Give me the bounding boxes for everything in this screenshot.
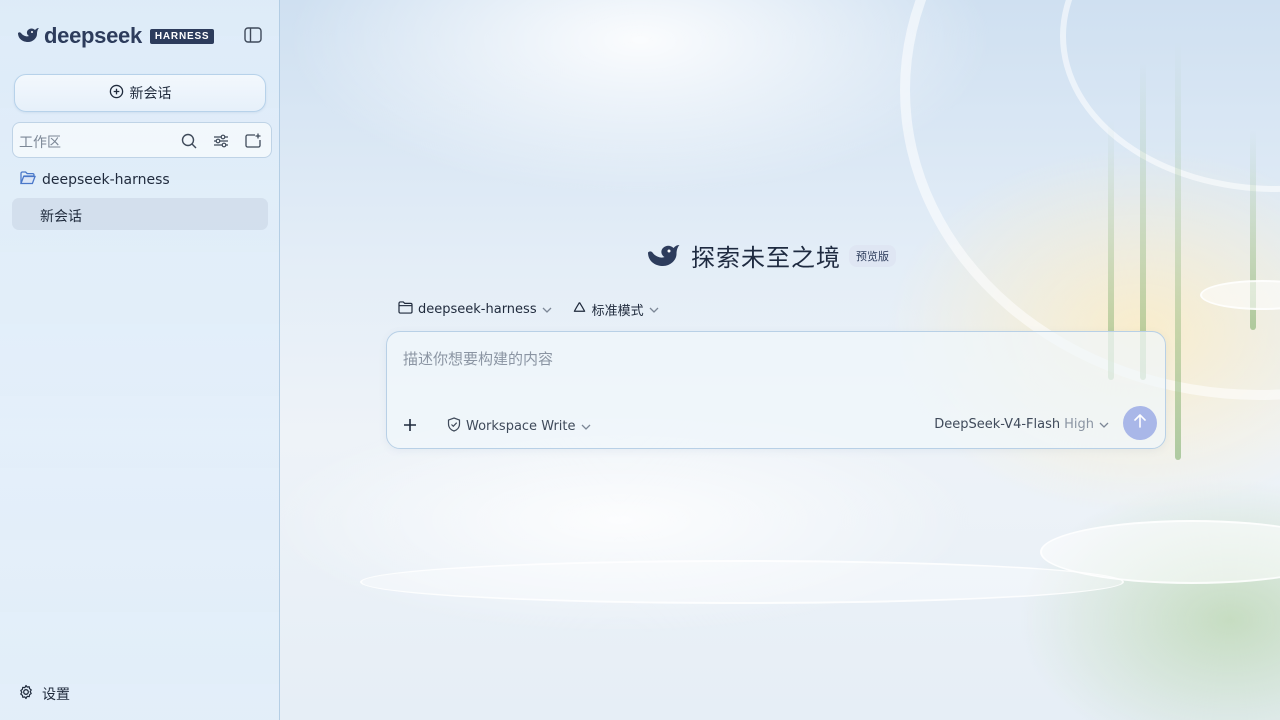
plus-circle-icon: [109, 84, 124, 103]
folder-selector[interactable]: deepseek-harness: [398, 301, 552, 318]
session-label: 新会话: [40, 209, 82, 225]
new-chat-label: 新会话: [129, 86, 172, 102]
workspace-search-input[interactable]: 工作区: [19, 132, 61, 152]
chevron-down-icon: [1099, 417, 1109, 432]
send-button[interactable]: [1123, 406, 1157, 440]
folder-name: deepseek-harness: [418, 302, 537, 317]
new-chat-button[interactable]: 新会话: [14, 74, 266, 112]
plus-icon: [403, 417, 417, 436]
mode-selector[interactable]: 标准模式: [572, 300, 659, 319]
permission-selector[interactable]: Workspace Write: [447, 417, 591, 436]
composer: 描述你想要构建的内容 Workspace Write DeepSeek-V4-F…: [386, 331, 1166, 449]
filter-sliders-icon[interactable]: [212, 132, 230, 150]
sidebar-toggle-icon: [244, 27, 262, 47]
model-selector[interactable]: DeepSeek-V4-Flash High: [934, 417, 1109, 432]
prompt-input[interactable]: 描述你想要构建的内容: [403, 348, 553, 369]
brand-badge: HARNESS: [149, 28, 215, 44]
settings-button[interactable]: 设置: [18, 684, 70, 704]
folder-open-icon: [20, 170, 36, 189]
chevron-down-icon: [581, 419, 591, 434]
attach-button[interactable]: [397, 413, 423, 439]
settings-label: 设置: [42, 687, 70, 703]
folder-icon: [398, 301, 413, 318]
page-title: 探索未至之境: [691, 244, 841, 272]
preview-badge: 预览版: [849, 244, 896, 267]
whale-logo-icon: [645, 239, 681, 273]
sidebar-toggle-button[interactable]: [244, 27, 264, 45]
project-item[interactable]: deepseek-harness: [20, 170, 170, 189]
recycle-mode-icon: [572, 301, 587, 319]
project-name: deepseek-harness: [42, 171, 170, 188]
context-selectors: deepseek-harness 标准模式: [398, 300, 679, 319]
session-item[interactable]: 新会话: [12, 198, 268, 230]
gear-icon: [18, 684, 34, 704]
brand-name: deepseek: [44, 23, 142, 48]
brand-logo[interactable]: deepseek HARNESS: [16, 23, 215, 48]
arrow-up-icon: [1133, 413, 1147, 433]
chevron-down-icon: [542, 302, 552, 317]
workspace-search-bar[interactable]: 工作区: [12, 122, 272, 158]
sidebar: deepseek HARNESS 新会话 工作区 deepseek-harnes…: [0, 0, 280, 720]
search-icon[interactable]: [180, 132, 198, 150]
new-folder-icon[interactable]: [244, 132, 262, 150]
permission-label: Workspace Write: [466, 419, 576, 434]
model-name: DeepSeek-V4-Flash: [934, 417, 1061, 432]
whale-logo-icon: [16, 24, 40, 48]
shield-check-icon: [447, 417, 461, 436]
mode-name: 标准模式: [591, 304, 644, 319]
hero-header: 探索未至之境 预览版: [645, 238, 896, 273]
effort-level: High: [1064, 417, 1094, 432]
chevron-down-icon: [649, 302, 659, 317]
